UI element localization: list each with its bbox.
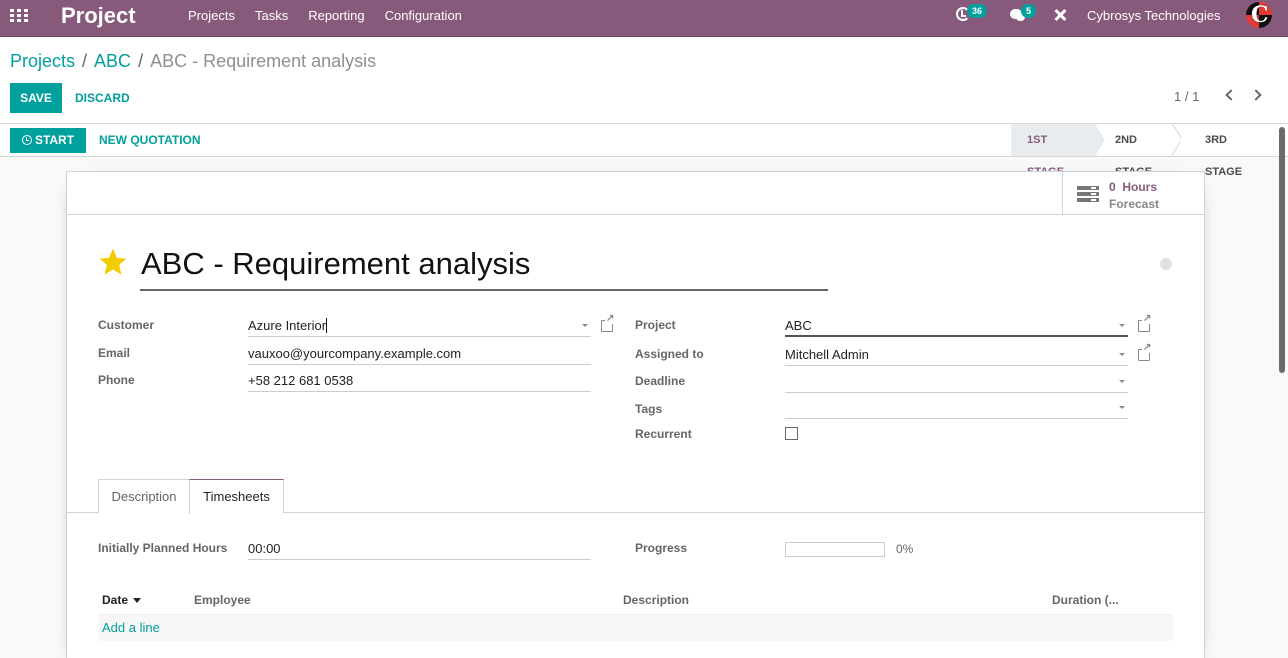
column-duration[interactable]: Duration (... [1052, 593, 1119, 607]
customer-field[interactable]: Azure Interior [248, 313, 591, 337]
phone-label: Phone [98, 373, 135, 387]
notebook-tabs: Description Timesheets [67, 479, 1204, 514]
star-favorite-icon[interactable] [97, 246, 129, 278]
text-cursor [326, 318, 328, 333]
stage-label: 3RD STAGE [1205, 134, 1243, 178]
email-label: Email [98, 346, 131, 360]
project-field[interactable]: ABC [785, 313, 1128, 337]
project-value: ABC [785, 318, 812, 333]
external-link-icon[interactable] [1138, 343, 1152, 361]
breadcrumb-separator: / [82, 51, 88, 71]
save-button[interactable]: SAVE [10, 83, 62, 113]
new-quotation-button[interactable]: NEW QUOTATION [99, 128, 201, 153]
sort-desc-icon [133, 598, 142, 603]
recurrent-label: Recurrent [635, 427, 692, 441]
task-title-input[interactable]: ABC - Requirement analysis [140, 243, 828, 291]
pager-value: 1 / 1 [1174, 89, 1200, 104]
chevron-left-icon[interactable] [1225, 89, 1237, 101]
stage-2nd[interactable]: 2ND STAGE [1095, 124, 1183, 178]
assigned-to-value: Mitchell Admin [785, 347, 869, 362]
message-count-badge: 5 [1021, 4, 1037, 18]
menu-reporting[interactable]: Reporting [308, 8, 364, 23]
vertical-scrollbar[interactable] [1279, 127, 1285, 373]
apps-menu-icon[interactable] [10, 9, 28, 23]
recurrent-checkbox[interactable] [785, 427, 798, 440]
activity-count-badge: 36 [967, 4, 988, 18]
progress-label: Progress [635, 541, 688, 555]
external-link-icon[interactable] [1138, 314, 1152, 332]
column-employee[interactable]: Employee [194, 593, 251, 607]
forecast-hours-button[interactable]: 0 Hours Forecast [1062, 172, 1204, 214]
progress-bar [785, 542, 885, 557]
progress-percent-text: 0% [896, 542, 914, 556]
assigned-to-field[interactable]: Mitchell Admin [785, 342, 1128, 366]
dropdown-caret-icon[interactable] [1119, 406, 1125, 409]
stage-arrow [1095, 124, 1105, 156]
server-stack-icon [1077, 186, 1099, 202]
menu-projects[interactable]: Projects [188, 8, 235, 23]
user-avatar[interactable] [1246, 2, 1272, 28]
start-timer-button[interactable]: START [10, 128, 86, 153]
dropdown-caret-icon[interactable] [582, 324, 588, 327]
tags-label: Tags [635, 402, 663, 416]
email-field[interactable]: vauxoo@yourcompany.example.com [248, 341, 591, 365]
assigned-to-label: Assigned to [635, 347, 704, 361]
customer-value: Azure Interior [248, 318, 327, 333]
stage-1st[interactable]: 1ST STAGE [1011, 124, 1105, 178]
tags-field[interactable] [785, 395, 1128, 419]
deadline-label: Deadline [635, 374, 686, 388]
dropdown-caret-icon[interactable] [1119, 324, 1125, 327]
form-statusbar: START NEW QUOTATION 1ST STAGE 2ND STAGE … [0, 124, 1288, 178]
breadcrumb-current: ABC - Requirement analysis [150, 51, 377, 71]
dropdown-caret-icon[interactable] [1119, 380, 1125, 383]
dropdown-caret-icon[interactable] [1119, 353, 1125, 356]
breadcrumb-abc[interactable]: ABC [94, 51, 131, 72]
customer-label: Customer [98, 318, 155, 332]
planned-hours-label: Initially Planned Hours [98, 541, 228, 555]
kanban-state-indicator[interactable] [1160, 258, 1172, 270]
stage-3rd[interactable]: 3RD STAGE [1183, 124, 1271, 178]
project-label: Project [635, 318, 676, 332]
external-link-icon[interactable] [601, 314, 615, 332]
breadcrumb: Projects / ABC / ABC - Requirement analy… [10, 51, 376, 72]
deadline-field[interactable] [785, 369, 1128, 393]
top-navbar: Project Projects Tasks Reporting Configu… [0, 0, 1288, 37]
control-panel: Projects / ABC / ABC - Requirement analy… [0, 37, 1288, 124]
company-switcher[interactable]: Cybrosys Technologies [1087, 8, 1220, 23]
smart-button-box: 0 Hours Forecast [67, 172, 1204, 215]
timesheet-list-header: Date Employee Description Duration (... [98, 587, 1173, 615]
app-title: Project [61, 3, 136, 28]
tab-description[interactable]: Description [98, 479, 189, 513]
breadcrumb-separator: / [138, 51, 144, 71]
main-menu: Projects Tasks Reporting Configuration [188, 8, 482, 23]
menu-tasks[interactable]: Tasks [255, 8, 288, 23]
discard-button[interactable]: DISCARD [75, 83, 130, 113]
forecast-label: Forecast [1109, 197, 1160, 211]
debug-tools-icon[interactable] [1053, 8, 1067, 22]
column-description[interactable]: Description [623, 593, 689, 607]
chevron-right-icon[interactable] [1250, 89, 1262, 101]
start-label: START [34, 133, 75, 147]
clock-icon [21, 135, 32, 145]
planned-hours-field[interactable]: 00:00 [248, 536, 591, 560]
breadcrumb-projects[interactable]: Projects [10, 51, 75, 72]
phone-field[interactable]: +58 212 681 0538 [248, 368, 591, 392]
stage-pipeline: 1ST STAGE 2ND STAGE 3RD STAGE [1011, 124, 1271, 178]
column-date[interactable]: Date [102, 593, 142, 607]
add-line-row: Add a line [98, 615, 1173, 641]
forecast-hours-value: 0 Hours [1109, 180, 1158, 194]
menu-configuration[interactable]: Configuration [385, 8, 462, 23]
form-sheet: 0 Hours Forecast ABC - Requirement analy… [66, 171, 1205, 658]
add-line-link[interactable]: Add a line [102, 620, 160, 635]
tab-timesheets[interactable]: Timesheets [189, 479, 284, 514]
